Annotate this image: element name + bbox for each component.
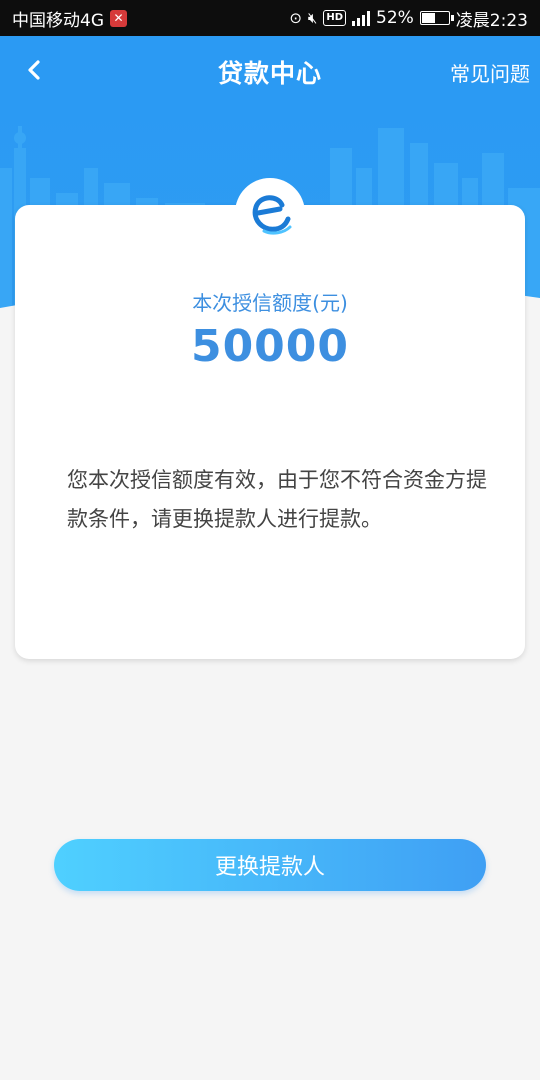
e-logo-icon [246,189,294,237]
back-button[interactable] [14,50,54,90]
battery-icon [419,11,454,25]
location-icon: ⊙ [289,9,302,27]
status-bar-right: ⊙ 🔇︎ HD 52% 凌晨2:23 [289,6,528,31]
withdrawal-notice: 您本次授信额度有效，由于您不符合资金方提款条件，请更换提款人进行提款。 [67,468,487,531]
signal-icon [352,10,371,26]
mute-icon: 🔇︎ [307,9,318,27]
change-borrower-button[interactable]: 更换提款人 [54,839,486,891]
chevron-left-icon [28,60,40,80]
battery-percent: 52% [376,8,414,28]
app-header: 贷款中心 常见问题 [0,36,540,108]
loan-center-page: 中国移动4G ✕ ⊙ 🔇︎ HD 52% 凌晨2:23 贷款中心 常见问题 本次… [0,0,540,1080]
status-time: 凌晨2:23 [455,10,528,31]
sim-alert-icon: ✕ [110,9,127,27]
credit-limit-label: 本次授信额度(元) [192,291,348,315]
hd-badge: HD [323,10,347,26]
status-bar-left: 中国移动4G ✕ [12,6,127,31]
app-logo [235,178,305,248]
battery-fill [421,13,436,23]
page-title: 贷款中心 [217,59,322,88]
status-bar: 中国移动4G ✕ ⊙ 🔇︎ HD 52% 凌晨2:23 [0,0,540,36]
faq-link[interactable]: 常见问题 [450,58,530,87]
credit-card-panel: 本次授信额度(元) 50000 您本次授信额度有效，由于您不符合资金方提款条件，… [15,205,525,659]
carrier-text: 中国移动4G [12,10,104,31]
credit-limit-value: 50000 [190,321,350,372]
